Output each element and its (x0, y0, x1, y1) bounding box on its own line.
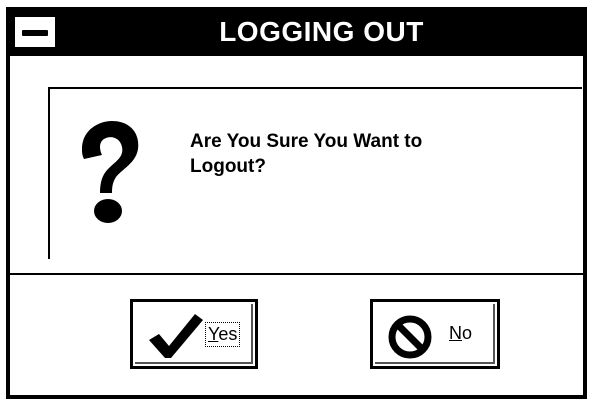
system-menu-button[interactable] (13, 15, 57, 49)
title-bar[interactable]: LOGGING OUT (10, 11, 583, 56)
no-label-rest: o (462, 323, 473, 343)
yes-label-rest: es (218, 324, 238, 344)
no-mnemonic: N (449, 323, 462, 343)
no-symbol-icon (388, 315, 432, 359)
window-title: LOGGING OUT (219, 16, 424, 47)
confirm-message: Are You Sure You Want to Logout? (190, 129, 550, 179)
no-label: No (449, 323, 472, 344)
yes-mnemonic: Y (208, 324, 219, 344)
separator (10, 273, 583, 275)
message-line-1: Are You Sure You Want to (190, 131, 423, 152)
checkmark-icon (149, 314, 203, 358)
logout-dialog: LOGGING OUT Are You Sure You Want to Log… (6, 7, 587, 399)
message-line-2: Logout? (190, 156, 266, 177)
yes-label: Yes (205, 322, 241, 347)
question-icon (82, 121, 139, 223)
no-button[interactable]: No (370, 299, 500, 369)
system-menu-icon (22, 30, 48, 36)
yes-button[interactable]: Yes (130, 299, 258, 369)
